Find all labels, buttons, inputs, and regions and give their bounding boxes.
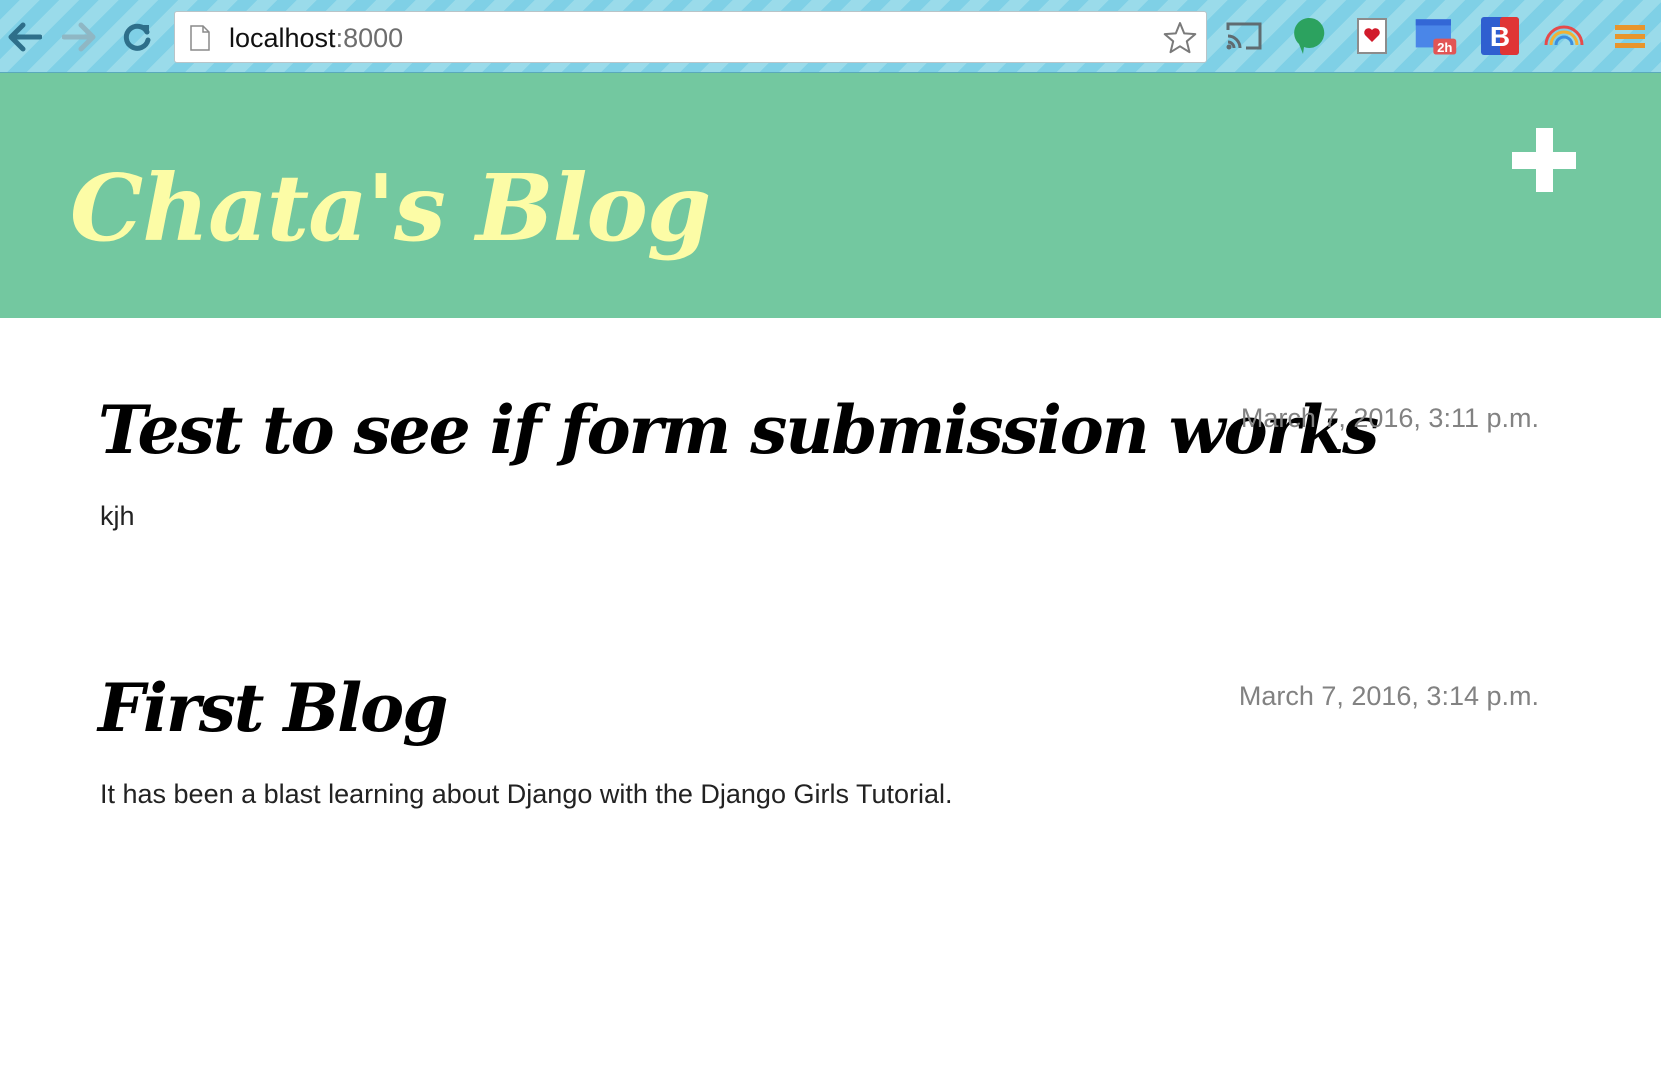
post-text: It has been a blast learning about Djang… — [100, 779, 953, 809]
arrow-left-icon — [8, 22, 42, 52]
blog-title[interactable]: Chata's Blog — [70, 153, 711, 263]
chrome-menu-button[interactable] — [1608, 14, 1652, 58]
b-extension-button[interactable]: B — [1478, 14, 1522, 58]
post-date: March 7, 2016, 3:14 p.m. — [1238, 681, 1539, 711]
heart-card-icon — [1357, 18, 1387, 54]
browser-toolbar: localhost:8000 2h B — [0, 0, 1661, 73]
url-host: localhost — [229, 23, 336, 53]
post-title[interactable]: Test to see if form submission works — [98, 380, 1379, 480]
chat-extension-button[interactable] — [1286, 14, 1330, 58]
cast-icon — [1226, 22, 1262, 50]
url-text[interactable]: localhost:8000 — [229, 22, 403, 54]
post-date: March 7, 2016, 3:11 p.m. — [1240, 403, 1539, 433]
post-title[interactable]: First Blog — [98, 658, 448, 758]
add-post-button[interactable] — [1505, 118, 1585, 198]
calendar-2h-icon: 2h — [1415, 19, 1457, 55]
chat-bubble-icon — [1294, 17, 1325, 54]
reload-button[interactable] — [118, 18, 156, 56]
rainbow-extension-button[interactable] — [1542, 14, 1586, 58]
calendar-extension-button[interactable]: 2h — [1414, 14, 1458, 58]
menu-icon — [1615, 25, 1645, 48]
b-badge-icon: B — [1481, 17, 1519, 55]
post-text: kjh — [100, 501, 135, 531]
url-port: :8000 — [335, 23, 404, 53]
cast-button[interactable] — [1222, 14, 1266, 58]
address-bar[interactable]: localhost:8000 — [174, 11, 1207, 63]
bookmark-star-icon[interactable] — [1162, 20, 1198, 56]
page-header: Chata's Blog — [0, 73, 1661, 318]
forward-button[interactable] — [60, 18, 98, 56]
arrow-right-icon — [62, 22, 96, 52]
b-badge-label: B — [1490, 21, 1510, 52]
page-icon — [190, 25, 210, 51]
heart-card-extension-button[interactable] — [1350, 14, 1394, 58]
reload-icon — [123, 23, 151, 51]
back-button[interactable] — [6, 18, 44, 56]
calendar-badge: 2h — [1437, 40, 1452, 55]
rainbow-arc-icon — [1544, 25, 1584, 46]
